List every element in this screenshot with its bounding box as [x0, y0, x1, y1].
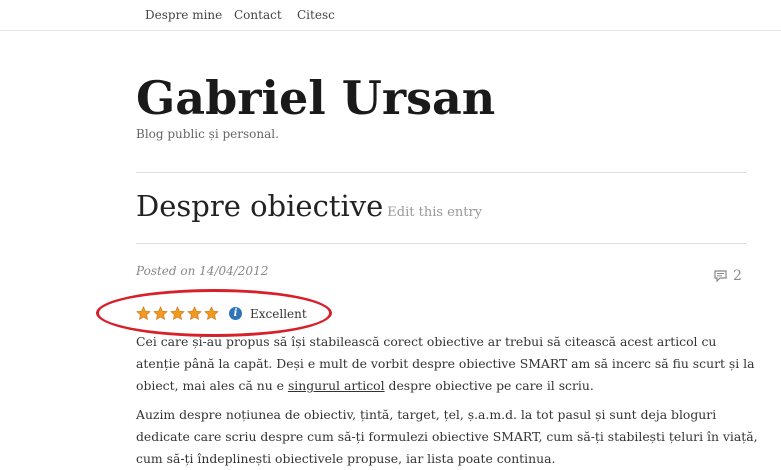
edit-entry-link[interactable]: Edit this entry	[387, 205, 482, 220]
nav-item-contact[interactable]: Contact	[234, 8, 282, 22]
posted-label: Posted on	[136, 264, 196, 278]
star-icon[interactable]	[204, 306, 219, 321]
article-paragraph-2: Auzim despre noțiunea de obiectiv, țintă…	[136, 407, 758, 466]
title-divider	[136, 243, 746, 244]
star-icon[interactable]	[136, 306, 151, 321]
post-date[interactable]: 14/04/2012	[199, 264, 268, 278]
comments-link[interactable]: 2	[714, 268, 742, 284]
comment-count: 2	[733, 268, 742, 284]
top-navigation: Despre mine Contact Citesc	[0, 0, 781, 31]
rating-label: Excellent	[250, 306, 307, 321]
nav-item-despre-mine[interactable]: Despre mine	[145, 8, 222, 22]
entry-meta: Posted on 14/04/2012	[136, 264, 268, 278]
comment-icon	[714, 270, 727, 282]
info-icon[interactable]: i	[229, 307, 242, 320]
nav-item-citesc[interactable]: Citesc	[297, 8, 335, 22]
singurul-articol-link[interactable]: singurul articol	[288, 378, 385, 393]
rating-stars[interactable]	[136, 306, 219, 321]
star-icon[interactable]	[153, 306, 168, 321]
site-description: Blog public și personal.	[136, 127, 279, 141]
article-paragraph-1: Cei care și-au propus să își stabilească…	[136, 331, 761, 397]
paragraph-1-text-end: despre obiective pe care il scriu.	[384, 378, 594, 393]
star-icon[interactable]	[187, 306, 202, 321]
header-divider	[136, 172, 746, 173]
entry-title: Despre obiective Edit this entry	[136, 186, 482, 233]
rating-widget: i Excellent	[136, 306, 307, 321]
star-icon[interactable]	[170, 306, 185, 321]
entry-title-text[interactable]: Despre obiective	[136, 189, 383, 223]
site-title[interactable]: Gabriel Ursan	[136, 70, 495, 126]
